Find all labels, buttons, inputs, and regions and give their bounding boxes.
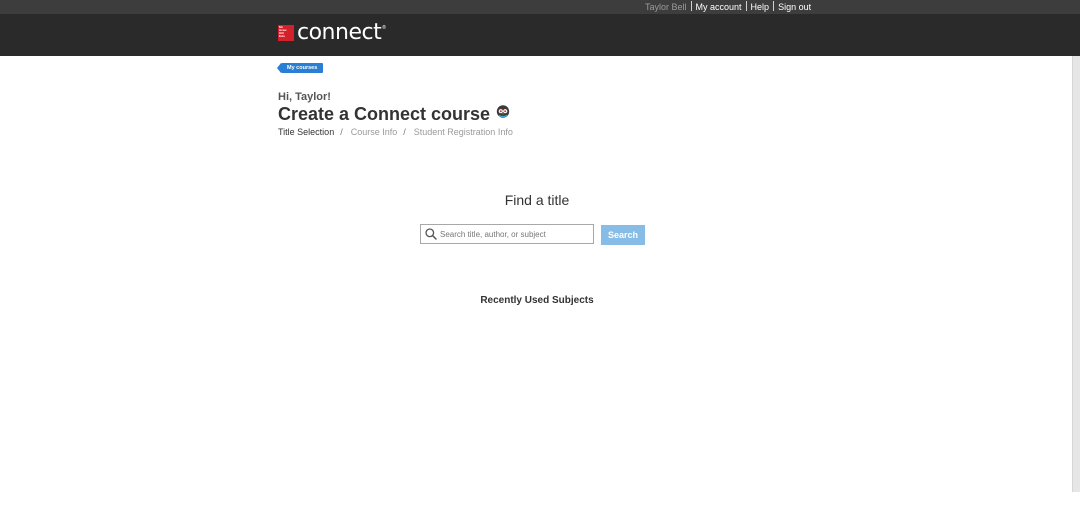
search-input[interactable] — [438, 226, 590, 242]
my-account-link[interactable]: My account — [696, 2, 742, 12]
recently-used-subjects-heading: Recently Used Subjects — [480, 295, 594, 306]
breadcrumb-separator: / — [340, 127, 343, 137]
connect-logo[interactable]: Mc Graw Hill Edu connect ® — [278, 20, 386, 45]
separator — [690, 1, 692, 11]
app-header — [0, 14, 1080, 56]
search-button[interactable]: Search — [601, 225, 645, 245]
page-title: Create a Connect course — [278, 104, 510, 125]
greeting: Hi, Taylor! — [278, 91, 331, 103]
my-courses-button[interactable]: My courses — [276, 63, 324, 73]
user-links: Taylor Bell My account Help Sign out — [645, 1, 811, 13]
breadcrumb-step-course-info[interactable]: Course Info — [351, 127, 398, 137]
scrollbar[interactable] — [1072, 56, 1080, 492]
sign-out-link[interactable]: Sign out — [778, 2, 811, 12]
separator — [745, 1, 747, 11]
breadcrumb: Title Selection / Course Info / Student Regi… — [278, 127, 513, 137]
top-utility-bar: Taylor Bell My account Help Sign out — [0, 0, 1080, 14]
owl-icon — [496, 104, 510, 118]
help-link[interactable]: Help — [751, 2, 770, 12]
registered-mark: ® — [382, 25, 386, 31]
breadcrumb-step-title-selection[interactable]: Title Selection — [278, 127, 334, 137]
breadcrumb-separator: / — [403, 127, 406, 137]
breadcrumb-step-student-registration[interactable]: Student Registration Info — [414, 127, 513, 137]
search-box[interactable] — [420, 224, 594, 244]
separator — [773, 1, 775, 11]
user-name: Taylor Bell — [645, 2, 687, 12]
page-title-text: Create a Connect course — [278, 104, 491, 124]
mcgraw-hill-logo: Mc Graw Hill Edu — [278, 24, 294, 41]
find-title-heading: Find a title — [504, 192, 570, 208]
logo-text: connect — [297, 20, 382, 45]
search-icon — [425, 228, 437, 240]
